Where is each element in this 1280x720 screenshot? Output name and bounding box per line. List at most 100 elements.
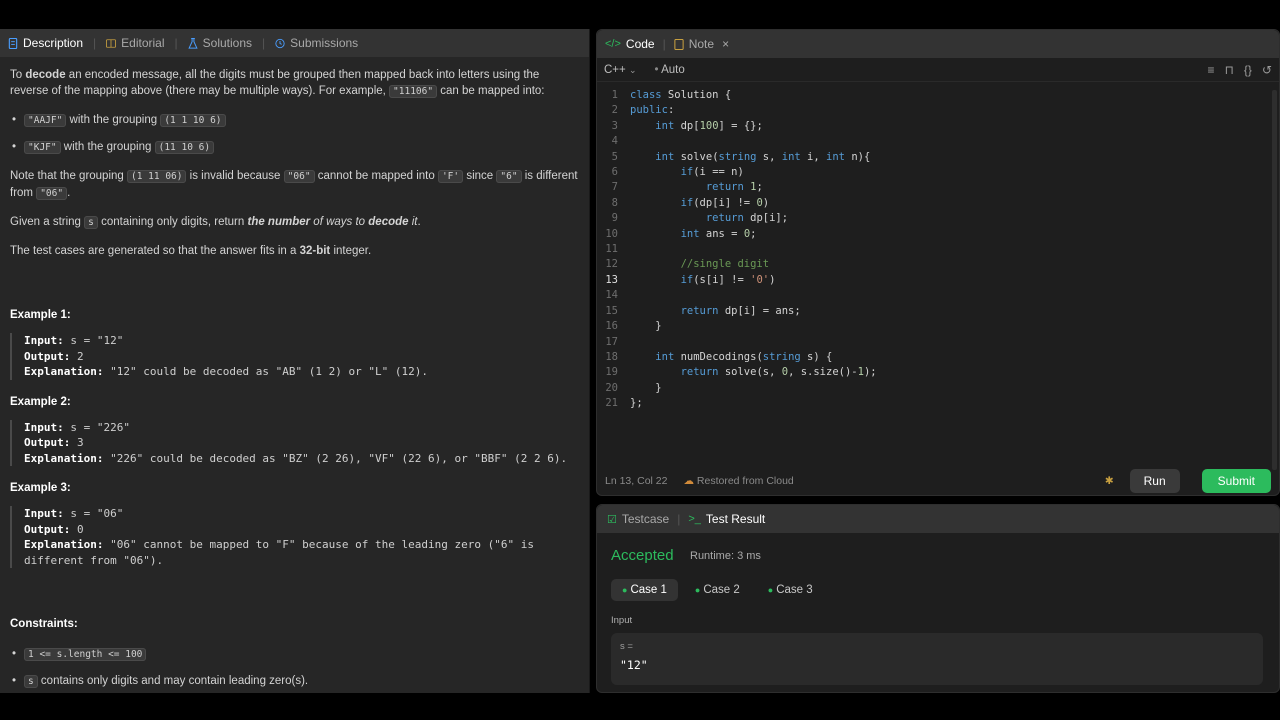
line-number: 11 xyxy=(605,243,618,256)
close-icon[interactable]: × xyxy=(722,37,729,51)
language-select[interactable]: C++ ⌄ xyxy=(604,64,637,76)
line-number: 3 xyxy=(611,119,618,132)
line-number: 10 xyxy=(605,227,618,240)
line-number: 19 xyxy=(605,366,618,379)
history-icon xyxy=(275,38,285,48)
example-3-block: Input: s = "06" Output: 0 Explanation: "… xyxy=(10,506,579,568)
bug-icon[interactable]: ✱ xyxy=(1105,475,1114,487)
left-tabbar: Description | Editorial | Solutions | Su… xyxy=(0,29,589,57)
bookmark-icon[interactable]: ⊓ xyxy=(1225,63,1234,77)
line-number: 12 xyxy=(605,258,618,271)
cursor-position: Ln 13, Col 22 xyxy=(605,475,668,487)
tab-submissions[interactable]: Submissions xyxy=(275,36,358,50)
code-line: 18 int numDecodings(string s) { xyxy=(597,350,1267,365)
auto-mode[interactable]: • Auto xyxy=(655,64,685,76)
submit-button[interactable]: Submit xyxy=(1201,469,1271,493)
terminal-icon: >_ xyxy=(688,513,701,525)
line-text: public: xyxy=(630,104,675,117)
editor-statusbar: Ln 13, Col 22 ☁ Restored from Cloud ✱ Ru… xyxy=(597,467,1279,495)
editor-toolbar: C++ ⌄ • Auto ≡ ⊓ {} ↺ xyxy=(597,58,1279,82)
tab-code[interactable]: </> Code xyxy=(605,37,655,51)
line-text: }; xyxy=(630,397,643,410)
document-icon xyxy=(8,37,18,49)
tab-note-label: Note xyxy=(688,37,715,51)
tab-note[interactable]: Note × xyxy=(674,37,729,51)
editor-actions: ≡ ⊓ {} ↺ xyxy=(1208,63,1272,77)
list-item: 1 <= s.length <= 100 xyxy=(10,646,579,663)
code-icon: </> xyxy=(605,38,621,50)
code-line: 5 int solve(string s, int i, int n){ xyxy=(597,150,1267,165)
checkbox-icon: ☑ xyxy=(607,513,617,526)
example-2-block: Input: s = "226" Output: 3 Explanation: … xyxy=(10,419,579,466)
input-variable: s = xyxy=(620,641,633,652)
code-area[interactable]: 1 class Solution { 2 public: 3 int dp[100]… xyxy=(597,88,1267,412)
tab-code-label: Code xyxy=(625,37,655,51)
pass-dot-icon: ● xyxy=(622,585,628,595)
line-text: return solve(s, 0, s.size()-1); xyxy=(680,366,877,379)
list-item: "AAJF" with the grouping (1 1 10 6) xyxy=(10,112,579,129)
tab-test-result-label: Test Result xyxy=(705,512,766,526)
book-icon xyxy=(106,38,117,48)
line-number: 8 xyxy=(611,196,618,209)
tab-solutions[interactable]: Solutions xyxy=(188,36,252,50)
note-icon xyxy=(674,38,684,50)
input-box: s = "12" xyxy=(611,633,1263,685)
tab-case-3[interactable]: ● Case 3 xyxy=(757,579,824,601)
runtime: Runtime: 3 ms xyxy=(690,550,761,562)
example-1-block: Input: s = "12" Output: 2 Explanation: "… xyxy=(10,333,579,380)
tab-case-2[interactable]: ● Case 2 xyxy=(684,579,751,601)
tab-case-1[interactable]: ● Case 1 xyxy=(611,579,678,601)
auto-label: Auto xyxy=(661,63,685,76)
code-line: 3 int dp[100] = {}; xyxy=(597,119,1267,134)
example-2-input: s = "226" xyxy=(70,420,130,434)
tab-testcase-label: Testcase xyxy=(621,512,670,526)
tab-editorial[interactable]: Editorial xyxy=(106,36,165,50)
code-line: 21}; xyxy=(597,396,1267,411)
line-number: 4 xyxy=(611,135,618,148)
line-number: 14 xyxy=(605,289,618,302)
line-text: if(dp[i] != 0) xyxy=(680,196,770,209)
list-item: "KJF" with the grouping (11 10 6) xyxy=(10,139,579,156)
tab-separator: | xyxy=(174,36,178,50)
reset-icon[interactable]: ↺ xyxy=(1262,63,1272,77)
result-tabbar: ☑ Testcase | >_ Test Result xyxy=(597,505,1279,533)
example-1-title: Example 1: xyxy=(10,309,71,321)
desc-paragraph-2: Note that the grouping (1 11 06) is inva… xyxy=(10,170,578,200)
line-number: 15 xyxy=(605,304,618,317)
example-3-input: s = "06" xyxy=(70,507,124,520)
line-number: 17 xyxy=(605,335,618,348)
run-button[interactable]: Run xyxy=(1129,469,1180,493)
case-3-label: Case 3 xyxy=(776,584,813,596)
line-text: int numDecodings(string s) { xyxy=(655,350,833,363)
braces-icon[interactable]: {} xyxy=(1244,63,1252,77)
format-icon[interactable]: ≡ xyxy=(1208,63,1215,77)
tab-test-result[interactable]: >_ Test Result xyxy=(688,512,765,526)
example-3-output: 0 xyxy=(76,522,84,536)
line-text: } xyxy=(630,320,662,333)
vertical-scrollbar[interactable] xyxy=(1272,90,1277,470)
line-text xyxy=(630,288,636,303)
line-text: } xyxy=(630,381,662,394)
desc-paragraph-3: Given a string s containing only digits,… xyxy=(10,216,421,229)
line-number: 6 xyxy=(611,166,618,179)
line-number: 16 xyxy=(605,320,618,333)
tab-description[interactable]: Description xyxy=(8,36,83,50)
code-line: 1 class Solution { xyxy=(597,88,1267,103)
problem-description: To decode an encoded message, all the di… xyxy=(0,57,589,690)
line-number: 13 xyxy=(605,273,618,286)
cloud-status: ☁ Restored from Cloud xyxy=(683,475,793,487)
language-label: C++ xyxy=(604,63,626,76)
line-text: int solve(string s, int i, int n){ xyxy=(655,150,871,163)
code-line: 17 xyxy=(597,335,1267,350)
tab-separator: | xyxy=(677,512,681,526)
line-text: return dp[i]; xyxy=(705,212,789,225)
line-text xyxy=(630,134,636,149)
line-text: return 1; xyxy=(705,181,763,194)
line-text: class Solution { xyxy=(630,89,732,101)
line-number: 7 xyxy=(611,181,618,194)
tab-separator: | xyxy=(93,36,97,50)
line-text: //single digit xyxy=(680,258,770,271)
code-line: 15 return dp[i] = ans; xyxy=(597,304,1267,319)
tab-testcase[interactable]: ☑ Testcase xyxy=(607,512,669,526)
example-1-output: 2 xyxy=(76,349,84,363)
